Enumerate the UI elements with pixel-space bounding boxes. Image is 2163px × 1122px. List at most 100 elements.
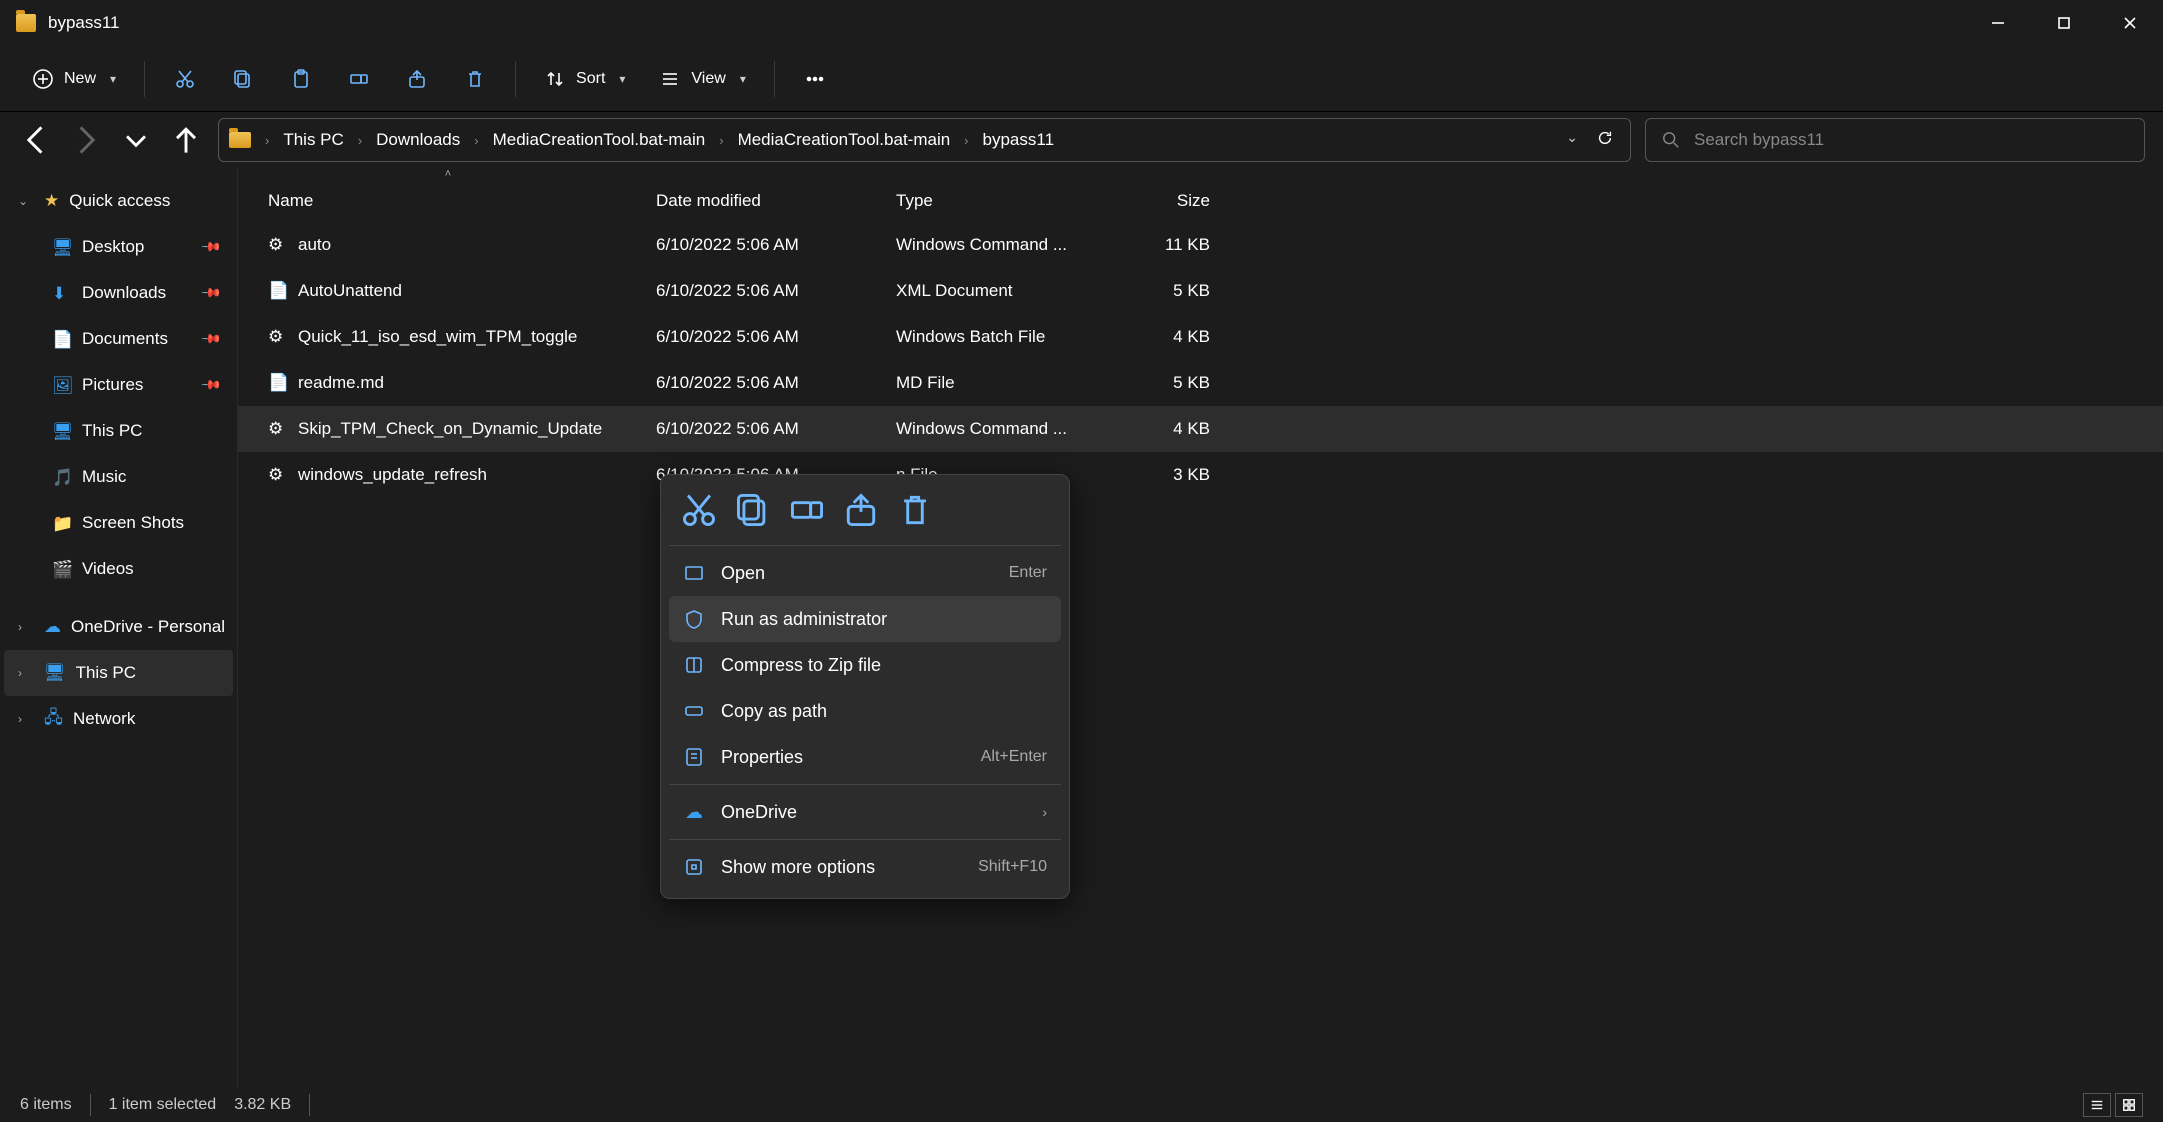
details-view-button[interactable] <box>2083 1093 2111 1117</box>
file-size: 11 KB <box>1094 235 1224 255</box>
sidebar-item-documents[interactable]: 📄 Documents 📌 <box>4 316 233 362</box>
separator <box>144 61 145 97</box>
toolbar: New ▾ Sort ▾ View ▾ <box>0 46 2163 112</box>
sidebar-item-music[interactable]: 🎵 Music <box>4 454 233 500</box>
column-header-date[interactable]: Date modified <box>656 191 896 211</box>
close-button[interactable] <box>2097 0 2163 46</box>
status-selection: 1 item selected <box>109 1096 217 1114</box>
new-button[interactable]: New ▾ <box>18 56 130 102</box>
sidebar-item-label: Documents <box>82 329 168 349</box>
status-bar: 6 items 1 item selected 3.82 KB <box>0 1088 2163 1122</box>
breadcrumb[interactable]: › This PC › Downloads › MediaCreationToo… <box>218 118 1631 162</box>
sidebar-item-desktop[interactable]: 🖥 Desktop 📌 <box>4 224 233 270</box>
file-row[interactable]: 📄readme.md 6/10/2022 5:06 AM MD File 5 K… <box>238 360 2163 406</box>
desktop-icon: 🖥 <box>52 238 72 256</box>
sidebar-this-pc[interactable]: › 🖥 This PC <box>4 650 233 696</box>
file-list: ˄ Name Date modified Type Size ⚙auto 6/1… <box>238 168 2163 1088</box>
file-date: 6/10/2022 5:06 AM <box>656 419 896 439</box>
view-button[interactable]: View ▾ <box>645 56 759 102</box>
copy-button[interactable] <box>217 56 269 102</box>
ctx-share-button[interactable] <box>841 491 881 529</box>
cut-button[interactable] <box>159 56 211 102</box>
history-chevron-icon[interactable]: ⌄ <box>1566 129 1578 152</box>
sidebar-label: Network <box>73 709 135 729</box>
more-button[interactable] <box>789 56 841 102</box>
file-size: 4 KB <box>1094 419 1224 439</box>
ctx-copy-button[interactable] <box>733 491 773 529</box>
chevron-right-icon: › <box>964 133 968 148</box>
more-icon <box>683 856 705 878</box>
ctx-compress[interactable]: Compress to Zip file <box>669 642 1061 688</box>
ctx-show-more[interactable]: Show more options Shift+F10 <box>669 844 1061 890</box>
ctx-shortcut: Enter <box>1009 564 1047 582</box>
chevron-down-icon: ▾ <box>740 72 746 86</box>
sidebar-label: Quick access <box>69 191 170 211</box>
file-name: auto <box>298 235 331 255</box>
breadcrumb-segment[interactable]: bypass11 <box>983 130 1055 150</box>
file-row[interactable]: ⚙Skip_TPM_Check_on_Dynamic_Update 6/10/2… <box>238 406 2163 452</box>
breadcrumb-segment[interactable]: MediaCreationTool.bat-main <box>493 130 706 150</box>
file-icon: ⚙ <box>268 327 288 347</box>
downloads-icon: ⬇ <box>52 284 72 302</box>
breadcrumb-segment[interactable]: Downloads <box>376 130 460 150</box>
sidebar-label: This PC <box>76 663 136 683</box>
up-button[interactable] <box>168 122 204 158</box>
sidebar-network[interactable]: › 🖧 Network <box>4 696 233 742</box>
search-input[interactable]: Search bypass11 <box>1645 118 2145 162</box>
forward-button[interactable] <box>68 122 104 158</box>
ctx-delete-button[interactable] <box>895 491 935 529</box>
file-icon: 📄 <box>268 373 288 393</box>
thumbnails-view-button[interactable] <box>2115 1093 2143 1117</box>
folder-icon <box>16 14 36 32</box>
sidebar-quick-access[interactable]: ⌄ ★ Quick access <box>4 178 233 224</box>
sidebar-item-this-pc[interactable]: 🖥 This PC <box>4 408 233 454</box>
sort-button[interactable]: Sort ▾ <box>530 56 639 102</box>
file-row[interactable]: 📄AutoUnattend 6/10/2022 5:06 AM XML Docu… <box>238 268 2163 314</box>
sidebar-onedrive[interactable]: › ☁ OneDrive - Personal <box>4 604 233 650</box>
path-icon <box>683 700 705 722</box>
ctx-copy-path[interactable]: Copy as path <box>669 688 1061 734</box>
status-size: 3.82 KB <box>234 1096 291 1114</box>
breadcrumb-segment[interactable]: This PC <box>283 130 343 150</box>
file-row[interactable]: ⚙auto 6/10/2022 5:06 AM Windows Command … <box>238 222 2163 268</box>
pin-icon: 📌 <box>200 282 223 305</box>
share-button[interactable] <box>391 56 443 102</box>
file-date: 6/10/2022 5:06 AM <box>656 373 896 393</box>
column-header-name[interactable]: Name <box>238 191 656 211</box>
file-row[interactable]: ⚙Quick_11_iso_esd_wim_TPM_toggle 6/10/20… <box>238 314 2163 360</box>
sidebar-item-screen-shots[interactable]: 📁 Screen Shots <box>4 500 233 546</box>
back-button[interactable] <box>18 122 54 158</box>
sort-indicator-icon: ˄ <box>238 168 658 180</box>
open-icon <box>683 562 705 584</box>
ctx-label: Open <box>721 563 765 584</box>
star-icon: ★ <box>44 191 59 211</box>
ctx-properties[interactable]: Properties Alt+Enter <box>669 734 1061 780</box>
sidebar-item-downloads[interactable]: ⬇ Downloads 📌 <box>4 270 233 316</box>
sidebar-item-videos[interactable]: 🎬 Videos <box>4 546 233 592</box>
ctx-open[interactable]: Open Enter <box>669 550 1061 596</box>
recent-locations-button[interactable] <box>118 122 154 158</box>
delete-button[interactable] <box>449 56 501 102</box>
file-row[interactable]: ⚙windows_update_refresh 6/10/2022 5:06 A… <box>238 452 2163 498</box>
chevron-down-icon: ⌄ <box>18 194 34 208</box>
ctx-onedrive[interactable]: ☁ OneDrive › <box>669 789 1061 835</box>
minimize-button[interactable] <box>1965 0 2031 46</box>
breadcrumb-segment[interactable]: MediaCreationTool.bat-main <box>738 130 951 150</box>
separator <box>515 61 516 97</box>
ctx-label: Copy as path <box>721 701 827 722</box>
ctx-rename-button[interactable] <box>787 491 827 529</box>
ctx-cut-button[interactable] <box>679 491 719 529</box>
ctx-run-as-admin[interactable]: Run as administrator <box>669 596 1061 642</box>
column-header-size[interactable]: Size <box>1094 191 1224 211</box>
pictures-icon: 🖼 <box>52 376 72 394</box>
chevron-right-icon: › <box>719 133 723 148</box>
column-header-type[interactable]: Type <box>896 191 1094 211</box>
file-type: XML Document <box>896 281 1094 301</box>
refresh-button[interactable] <box>1596 129 1614 152</box>
file-date: 6/10/2022 5:06 AM <box>656 281 896 301</box>
sidebar-item-pictures[interactable]: 🖼 Pictures 📌 <box>4 362 233 408</box>
sidebar-item-label: Desktop <box>82 237 144 257</box>
maximize-button[interactable] <box>2031 0 2097 46</box>
rename-button[interactable] <box>333 56 385 102</box>
paste-button[interactable] <box>275 56 327 102</box>
